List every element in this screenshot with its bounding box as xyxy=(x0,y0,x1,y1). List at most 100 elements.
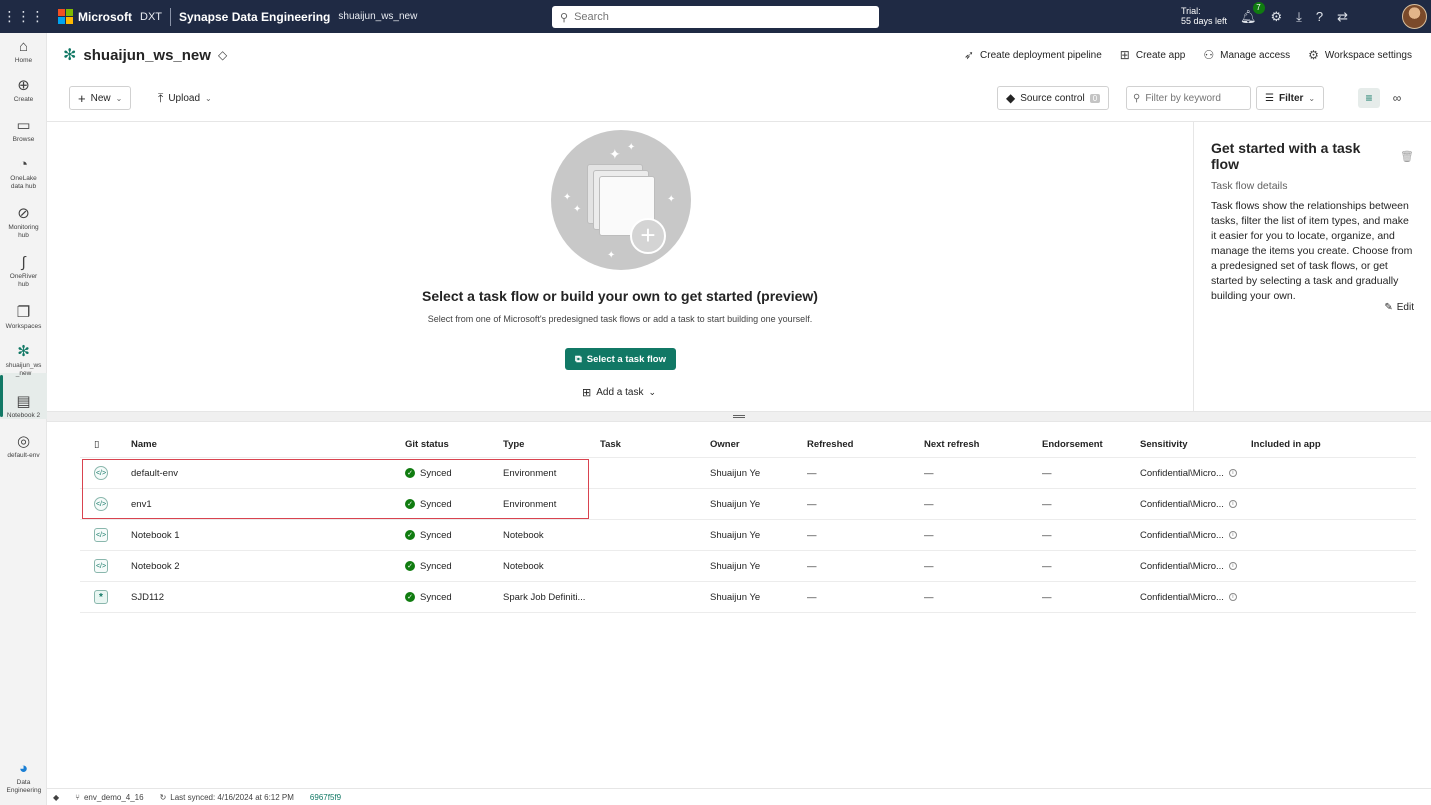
splitter-grip-icon xyxy=(733,415,745,418)
upload-button[interactable]: ⤒ Upload ⌄ xyxy=(149,86,221,110)
header-git-status[interactable]: Git status xyxy=(405,431,495,457)
info-icon[interactable]: i xyxy=(1228,562,1237,570)
delete-icon[interactable]: 🗑︎ xyxy=(1400,150,1414,163)
item-refreshed: — xyxy=(807,467,817,479)
search-input[interactable] xyxy=(574,11,855,23)
workspace-icon: ✻ xyxy=(63,47,77,64)
header-endorsement[interactable]: Endorsement xyxy=(1042,431,1132,457)
item-next-refresh: — xyxy=(924,591,934,603)
rail-item-monitoring[interactable]: ⊘ Monitoring hub xyxy=(0,206,47,240)
table-row[interactable]: </> Notebook 1 ✓ Synced Notebook Shuaijun… xyxy=(80,520,1416,551)
new-button[interactable]: + New ⌄ xyxy=(69,86,132,110)
header-next-refresh[interactable]: Next refresh xyxy=(924,431,1034,457)
item-sensitivity: Confidential\Micro... xyxy=(1140,467,1224,479)
settings-icon[interactable]: ⚙ xyxy=(1271,9,1283,25)
table-row[interactable]: </> env1 ✓ Synced Environment Shuaijun Ye… xyxy=(80,489,1416,520)
current-workspace-name[interactable]: shuaijun_ws_new xyxy=(338,11,417,22)
panel-title-text: Get started with a task flow xyxy=(1211,140,1361,172)
trial-days-left: 55 days left xyxy=(1181,16,1228,26)
microsoft-logo[interactable]: Microsoft DXT xyxy=(58,9,162,24)
rail-item-experience-switcher[interactable]: ◕ Data Engineering xyxy=(0,761,47,795)
header-refreshed[interactable]: Refreshed xyxy=(807,431,917,457)
select-task-flow-label: Select a task flow xyxy=(586,353,666,365)
git-status-text: Synced xyxy=(420,560,452,572)
item-refreshed: — xyxy=(807,498,817,510)
app-launcher-icon[interactable]: ⋮⋮⋮ xyxy=(0,8,47,25)
header-type[interactable]: Type xyxy=(503,431,598,457)
table-row[interactable]: </> default-env ✓ Synced Environment Shua… xyxy=(80,458,1416,489)
upload-label: Upload xyxy=(168,92,201,104)
item-task xyxy=(600,551,700,581)
commit-hash[interactable]: 6967f5f9 xyxy=(310,793,341,802)
item-refreshed: — xyxy=(807,560,817,572)
filter-keyword-input[interactable] xyxy=(1145,92,1246,104)
rail-item-home[interactable]: ⌂ Home xyxy=(0,39,47,65)
header-included-in-app[interactable]: Included in app xyxy=(1251,431,1361,457)
notifications-icon[interactable]: 🔔︎ 7 xyxy=(1240,1,1265,25)
item-name[interactable]: env1 xyxy=(131,489,401,519)
item-name[interactable]: Notebook 2 xyxy=(131,551,401,581)
rail-item-browse[interactable]: ▭ Browse xyxy=(0,118,47,144)
table-row[interactable]: * SJD112 ✓ Synced Spark Job Definiti... S… xyxy=(80,582,1416,613)
gear-icon: ⚙ xyxy=(1308,48,1319,62)
info-icon[interactable]: i xyxy=(1228,531,1237,539)
share-icon[interactable]: ⇄ xyxy=(1337,9,1348,25)
trial-status[interactable]: Trial: 55 days left xyxy=(1181,6,1227,26)
item-name[interactable]: SJD112 xyxy=(131,582,401,612)
search-box[interactable]: ⚲ xyxy=(552,6,879,28)
git-diamond-icon[interactable]: ◆ xyxy=(53,793,59,802)
select-task-flow-button[interactable]: ⧉ Select a task flow xyxy=(565,348,676,370)
home-icon: ⌂ xyxy=(18,38,29,55)
file-type-header-icon: ▯ xyxy=(94,438,100,450)
branch-icon: ⑂ xyxy=(75,792,80,802)
table-row[interactable]: </> Notebook 2 ✓ Synced Notebook Shuaijun… xyxy=(80,551,1416,582)
lineage-view-button[interactable]: ∞ xyxy=(1386,88,1408,108)
rail-item-current-workspace[interactable]: ✻ shuaijun_ws _new xyxy=(0,344,47,378)
header-name[interactable]: Name xyxy=(131,431,401,457)
task-flow-icon: ⧉ xyxy=(575,353,582,365)
source-control-button[interactable]: ◆ Source control 0 xyxy=(997,86,1110,110)
sparkle-icon: ✦ xyxy=(627,142,636,153)
manage-access-button[interactable]: ⚇ Manage access xyxy=(1203,48,1290,62)
info-icon[interactable]: i xyxy=(1228,500,1237,508)
add-task-button[interactable]: ⊞ Add a task ⌄ xyxy=(582,386,656,399)
item-type: Notebook xyxy=(503,560,544,572)
filter-lines-icon: ☰ xyxy=(1265,92,1274,104)
rail-item-workspaces[interactable]: ❐ Workspaces xyxy=(0,305,47,331)
create-app-button[interactable]: ⊞ Create app xyxy=(1120,48,1186,62)
sync-status[interactable]: ↻ Last synced: 4/16/2024 at 6:12 PM xyxy=(160,793,294,802)
item-name[interactable]: default-env xyxy=(131,458,401,488)
create-deployment-pipeline-label: Create deployment pipeline xyxy=(980,49,1102,61)
item-name[interactable]: Notebook 1 xyxy=(131,520,401,550)
info-icon[interactable]: i xyxy=(1228,593,1237,601)
git-status-text: Synced xyxy=(420,529,452,541)
help-icon[interactable]: ? xyxy=(1316,9,1323,24)
header-sensitivity[interactable]: Sensitivity xyxy=(1140,431,1250,457)
avatar[interactable] xyxy=(1402,4,1427,29)
download-icon[interactable]: ⤓ xyxy=(1296,9,1302,25)
rail-item-notebook-2[interactable]: ▤ Notebook 2 xyxy=(0,394,47,420)
product-name[interactable]: Synapse Data Engineering xyxy=(179,10,330,24)
filter-button[interactable]: ☰ Filter ⌄ xyxy=(1256,86,1325,110)
edit-button[interactable]: ✎ Edit xyxy=(1384,302,1414,313)
rail-item-onelake[interactable]: ◔ OneLake data hub xyxy=(0,157,47,191)
branch-indicator[interactable]: ⑂ env_demo_4_16 xyxy=(75,793,143,802)
chevron-down-icon: ⌄ xyxy=(648,387,657,397)
synced-check-icon: ✓ xyxy=(405,561,415,571)
header-task[interactable]: Task xyxy=(600,431,700,457)
item-type: Notebook xyxy=(503,529,544,541)
rail-item-default-env[interactable]: ◎ default-env xyxy=(0,434,47,460)
info-icon[interactable]: i xyxy=(1228,469,1237,477)
rail-item-oneriver[interactable]: ∫ OneRiver hub xyxy=(0,255,47,289)
pane-splitter[interactable] xyxy=(47,411,1431,422)
create-deployment-pipeline-button[interactable]: ➶ Create deployment pipeline xyxy=(964,48,1102,62)
list-view-button[interactable]: ≡ xyxy=(1358,88,1380,108)
status-bar: ◆ ⑂ env_demo_4_16 ↻ Last synced: 4/16/2024… xyxy=(47,788,1431,805)
workspaces-icon: ❐ xyxy=(16,304,31,321)
rail-item-create[interactable]: ⊕ Create xyxy=(0,78,47,104)
filter-box[interactable]: ⚲ xyxy=(1126,86,1251,110)
workspace-title-text: shuaijun_ws_new xyxy=(83,46,211,64)
header-owner[interactable]: Owner xyxy=(710,431,800,457)
workspace-settings-button[interactable]: ⚙ Workspace settings xyxy=(1308,48,1412,62)
item-included-in-app xyxy=(1251,489,1361,519)
